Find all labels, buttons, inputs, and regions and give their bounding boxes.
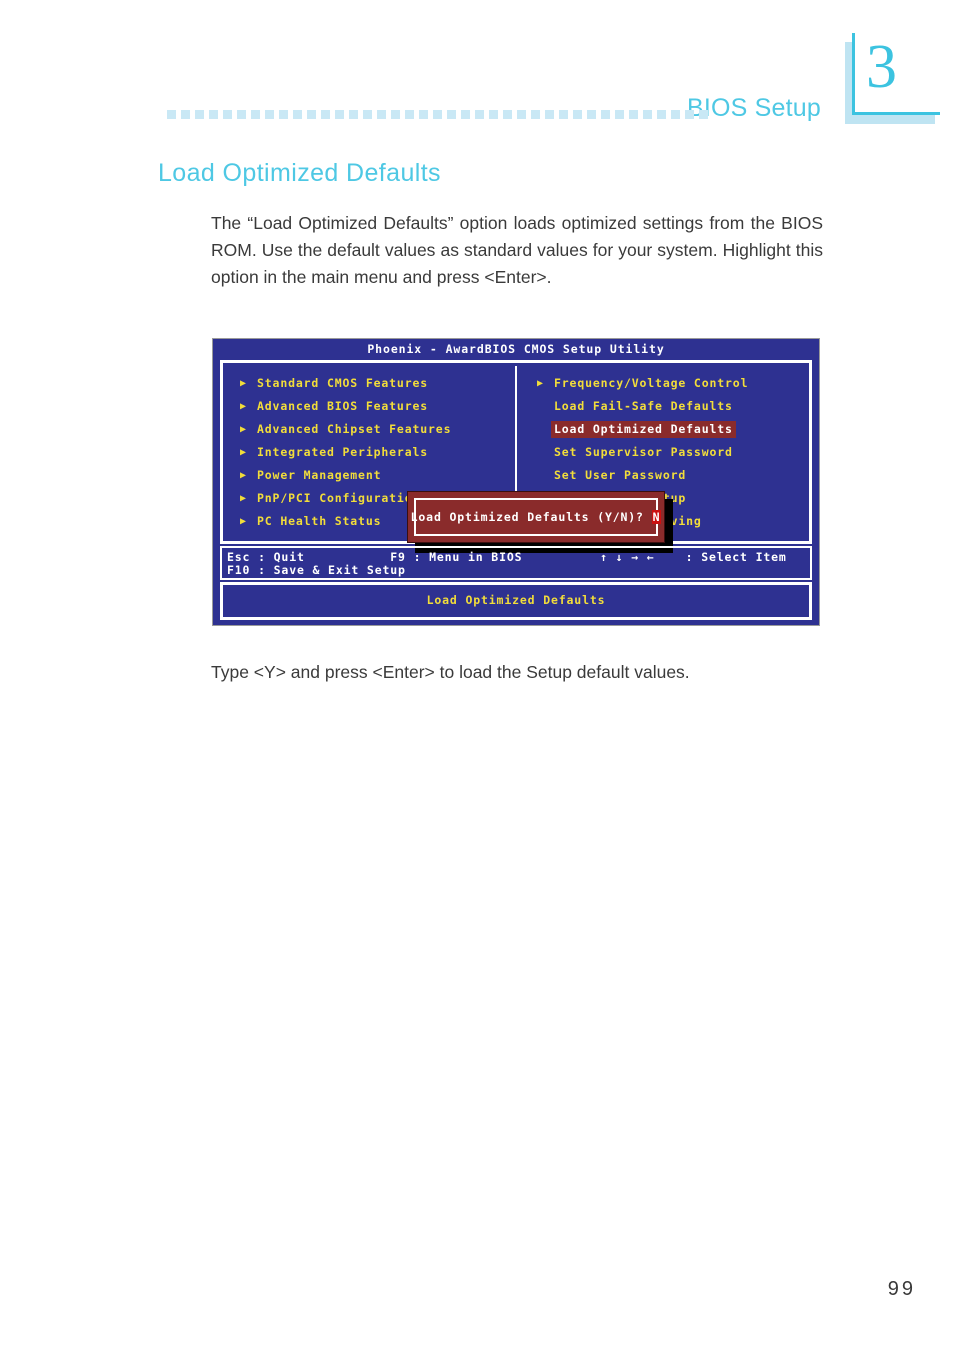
bios-menu-item-label: PnP/PCI Configurations (257, 491, 429, 505)
header-dot (545, 110, 554, 119)
header-dot (461, 110, 470, 119)
chapter-number: 3 (866, 33, 897, 101)
header-dot (587, 110, 596, 119)
bios-menu-item-left-1[interactable]: ▶ Advanced BIOS Features (238, 395, 508, 418)
bios-menu-item-right-4[interactable]: Set User Password (535, 464, 805, 487)
bios-screen: Phoenix - AwardBIOS CMOS Setup Utility ▶… (215, 341, 817, 623)
page-header: 3 BIOS Setup (0, 0, 954, 140)
header-dot (223, 110, 232, 119)
header-dot (405, 110, 414, 119)
header-dot (629, 110, 638, 119)
bios-menu-item-label: Load Fail-Safe Defaults (554, 399, 733, 413)
header-dot (517, 110, 526, 119)
bios-status-message: Load Optimized Defaults (222, 584, 810, 618)
dialog-prompt-text: Load Optimized Defaults (Y/N)? (410, 510, 652, 524)
bios-menu-panel: ▶ Standard CMOS Features ▶ Advanced BIOS Fe… (220, 360, 812, 553)
header-dot (447, 110, 456, 119)
bios-menu-item-label: PC Health Status (257, 514, 382, 528)
bios-key-help-bar: Esc : Quit F9 : Menu in BIOS ↑ ↓ → ← : S… (220, 546, 812, 580)
header-dot (559, 110, 568, 119)
bios-menu-item-label: Standard CMOS Features (257, 376, 429, 390)
dialog-prompt-row: Load Optimized Defaults (Y/N)? N (411, 500, 662, 534)
submenu-arrow-icon: ▶ (240, 447, 247, 458)
bios-menu-item-label: Advanced Chipset Features (257, 422, 452, 436)
page-title: Load Optimized Defaults (158, 159, 441, 187)
header-dot (699, 110, 708, 119)
bios-menu-item-label: Integrated Peripherals (257, 445, 429, 459)
bios-menu-item-label: Advanced BIOS Features (257, 399, 429, 413)
header-dot (433, 110, 442, 119)
intro-paragraph: The “Load Optimized Defaults” option loa… (211, 213, 823, 287)
header-dot (321, 110, 330, 119)
bios-screenshot: Phoenix - AwardBIOS CMOS Setup Utility ▶… (212, 338, 820, 626)
header-dot (531, 110, 540, 119)
header-dot (489, 110, 498, 119)
bios-menu-item-right-0[interactable]: ▶ Frequency/Voltage Control (535, 372, 805, 395)
bios-status-banner: Load Optimized Defaults (220, 582, 812, 620)
dialog-inner-border: Load Optimized Defaults (Y/N)? N (411, 498, 662, 536)
submenu-arrow-icon: ▶ (240, 493, 247, 504)
bios-key-help-line-2: F10 : Save & Exit Setup (227, 563, 406, 577)
bios-menu-item-label: Load Optimized Defaults (551, 421, 736, 438)
submenu-arrow-icon: ▶ (240, 401, 247, 412)
header-dot (685, 110, 694, 119)
bios-menu-item-left-4[interactable]: ▶ Power Management (238, 464, 508, 487)
header-dot (671, 110, 680, 119)
bios-menu-item-left-2[interactable]: ▶ Advanced Chipset Features (238, 418, 508, 441)
bios-menu-item-left-0[interactable]: ▶ Standard CMOS Features (238, 372, 508, 395)
header-dot (307, 110, 316, 119)
bios-menu-item-right-2[interactable]: Load Optimized Defaults (535, 418, 805, 441)
header-dot (615, 110, 624, 119)
header-dot (237, 110, 246, 119)
header-dot (601, 110, 610, 119)
header-dot (419, 110, 428, 119)
submenu-arrow-icon: ▶ (240, 516, 247, 527)
header-dot (657, 110, 666, 119)
bios-title-bar: Phoenix - AwardBIOS CMOS Setup Utility (215, 341, 817, 358)
header-dot (293, 110, 302, 119)
bios-menu-item-label: Power Management (257, 468, 382, 482)
header-dot (377, 110, 386, 119)
bios-menu-item-right-3[interactable]: Set Supervisor Password (535, 441, 805, 464)
bios-key-help-line-1: Esc : Quit F9 : Menu in BIOS ↑ ↓ → ← : S… (227, 550, 787, 564)
header-dot (503, 110, 512, 119)
submenu-arrow-icon: ▶ (240, 378, 247, 389)
submenu-arrow-icon: ▶ (240, 470, 247, 481)
header-dot (349, 110, 358, 119)
header-dot (335, 110, 344, 119)
dialog-answer-field[interactable]: N (651, 510, 662, 524)
page-number: 99 (887, 1278, 916, 1300)
bios-menu-item-label: Set Supervisor Password (554, 445, 733, 459)
load-optimized-defaults-dialog[interactable]: Load Optimized Defaults (Y/N)? N (407, 491, 665, 543)
header-dot (279, 110, 288, 119)
header-dot (167, 110, 176, 119)
header-dot (209, 110, 218, 119)
header-dot (265, 110, 274, 119)
header-dot (195, 110, 204, 119)
submenu-arrow-icon: ▶ (537, 378, 544, 389)
submenu-arrow-icon: ▶ (240, 424, 247, 435)
header-dot (391, 110, 400, 119)
header-dot-rule (167, 110, 708, 119)
header-dot (643, 110, 652, 119)
bios-menu-item-right-1[interactable]: Load Fail-Safe Defaults (535, 395, 805, 418)
header-dot (363, 110, 372, 119)
header-dot (475, 110, 484, 119)
header-dot (573, 110, 582, 119)
bios-menu-item-left-3[interactable]: ▶ Integrated Peripherals (238, 441, 508, 464)
header-dot (251, 110, 260, 119)
header-dot (181, 110, 190, 119)
outro-paragraph: Type <Y> and press <Enter> to load the S… (211, 662, 690, 682)
bios-menu-item-label: Frequency/Voltage Control (554, 376, 749, 390)
bios-menu-item-label: Set User Password (554, 468, 687, 482)
